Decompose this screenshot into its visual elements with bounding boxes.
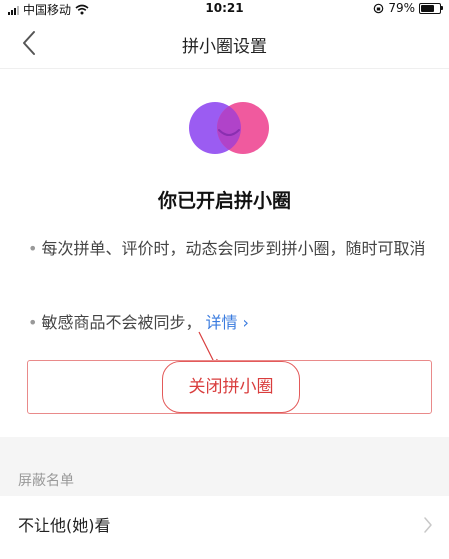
bullet-dot: •	[28, 313, 38, 332]
list-item-hide-from[interactable]: 不让他(她)看	[0, 496, 449, 559]
description-sensitive-text: 敏感商品不会被同步，	[41, 313, 202, 332]
battery-fill	[421, 4, 434, 12]
battery-icon	[419, 2, 443, 14]
hero-title: 你已开启拼小圈	[157, 190, 291, 212]
status-bar: 中国移动 10:21 79%	[0, 0, 449, 18]
description-sync-text: 每次拼单、评价时，动态会同步到拼小圈，随时可取消	[41, 239, 426, 258]
list-item-label: 不让他(她)看	[18, 516, 111, 535]
page-title: 拼小圈设置	[182, 37, 267, 57]
close-button-highlight: 关闭拼小圈	[27, 360, 432, 414]
battery-percent: 79%	[388, 1, 415, 15]
orientation-lock-icon	[374, 3, 384, 13]
description-sensitive: • 敏感商品不会被同步， 详情 ›	[28, 309, 428, 336]
status-right: 79%	[373, 1, 443, 15]
close-pinxiaoquan-button[interactable]: 关闭拼小圈	[162, 361, 300, 413]
section-label-block-list: 屏蔽名单	[18, 473, 74, 489]
nav-bar: 拼小圈设置	[0, 18, 449, 69]
bullet-dot: •	[28, 239, 38, 258]
chevron-right-icon	[424, 517, 432, 533]
pinxiaoquan-logo	[189, 102, 269, 154]
description-sync: • 每次拼单、评价时，动态会同步到拼小圈，随时可取消	[28, 235, 428, 262]
